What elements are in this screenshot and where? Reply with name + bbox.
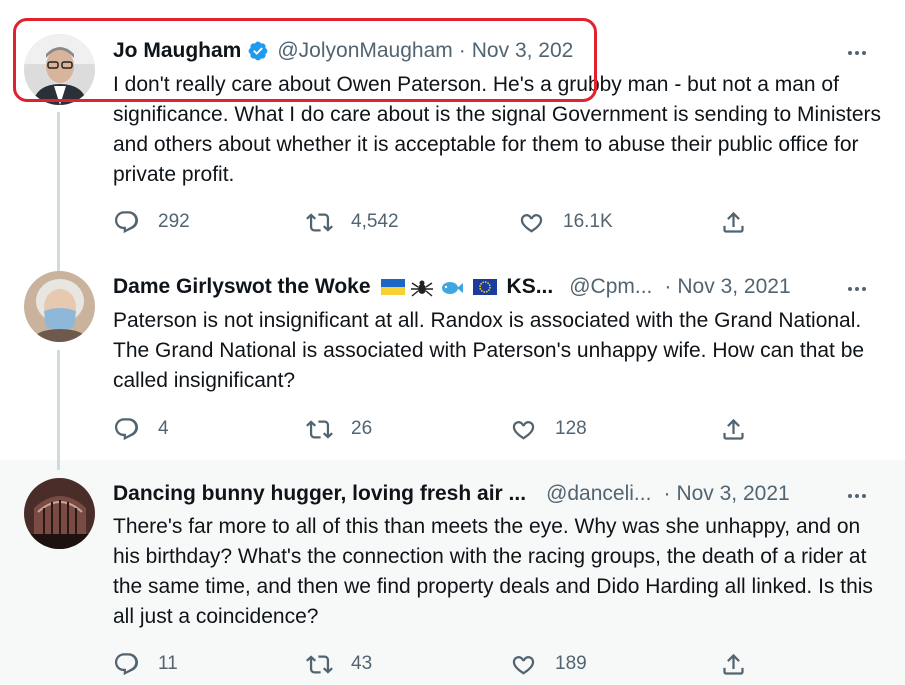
- share-button[interactable]: [720, 207, 747, 237]
- reply-count: 292: [158, 211, 190, 232]
- retweet-icon: [306, 212, 333, 232]
- tweet-actions: 11 43 189: [113, 649, 763, 679]
- tweet-date[interactable]: Nov 3, 2021: [677, 275, 790, 299]
- share-icon: [723, 418, 744, 440]
- author-name[interactable]: Dame Girlyswot the Woke: [113, 275, 371, 299]
- highlight-box: [13, 18, 597, 102]
- more-options-icon[interactable]: [845, 480, 869, 508]
- share-button[interactable]: [720, 649, 747, 679]
- heart-icon: [512, 420, 535, 440]
- retweet-button[interactable]: 26: [306, 414, 372, 444]
- author-handle[interactable]: @danceli...: [546, 482, 651, 506]
- tweet-date[interactable]: Nov 3, 2021: [676, 482, 789, 506]
- spider-icon: [410, 280, 433, 297]
- like-button[interactable]: 128: [510, 414, 587, 444]
- like-count: 128: [555, 418, 587, 439]
- like-count: 189: [555, 653, 587, 674]
- retweet-count: 26: [351, 418, 373, 439]
- retweet-icon: [306, 654, 333, 674]
- reply-button[interactable]: 11: [113, 649, 178, 679]
- retweet-count: 43: [351, 653, 373, 674]
- tweet[interactable]: Dame Girlyswot the Woke KS... @Cpm... · …: [0, 258, 905, 458]
- retweet-button[interactable]: 43: [306, 649, 372, 679]
- tweet-text: There's far more to all of this than mee…: [113, 515, 873, 628]
- author-name-suffix[interactable]: KS...: [507, 275, 554, 299]
- reply-button[interactable]: 4: [113, 414, 169, 444]
- author-handle[interactable]: @Cpm...: [569, 275, 652, 299]
- share-icon: [723, 653, 744, 675]
- reply-icon: [114, 417, 139, 440]
- separator-dot: ·: [663, 482, 671, 505]
- author-name[interactable]: Dancing bunny hugger, loving fresh air .…: [113, 482, 526, 506]
- tweet-actions: 292 4,542 16.1K: [113, 207, 763, 237]
- fish-icon: [441, 282, 463, 294]
- more-options-icon[interactable]: [845, 37, 869, 65]
- reply-button[interactable]: 292: [113, 207, 190, 237]
- heart-icon: [512, 655, 535, 675]
- reply-icon: [114, 210, 139, 233]
- flag-ukraine-icon: [380, 279, 405, 295]
- retweet-count: 4,542: [351, 211, 399, 232]
- avatar[interactable]: [24, 478, 95, 549]
- retweet-button[interactable]: 4,542: [306, 207, 399, 237]
- like-count: 16.1K: [563, 211, 613, 232]
- tweet[interactable]: Dancing bunny hugger, loving fresh air .…: [0, 460, 905, 685]
- reply-count: 11: [158, 653, 178, 674]
- share-icon: [723, 211, 744, 233]
- tweet-actions: 4 26 128: [113, 414, 763, 444]
- like-button[interactable]: 16.1K: [518, 207, 613, 237]
- flag-eu-icon: [472, 279, 497, 295]
- reply-icon: [114, 652, 139, 675]
- more-options-icon[interactable]: [845, 273, 869, 301]
- reply-count: 4: [158, 418, 169, 439]
- separator-dot: ·: [664, 275, 672, 298]
- share-button[interactable]: [720, 414, 747, 444]
- avatar[interactable]: [24, 271, 95, 342]
- like-button[interactable]: 189: [510, 649, 587, 679]
- heart-icon: [520, 213, 543, 233]
- retweet-icon: [306, 419, 333, 439]
- tweet-text: Paterson is not insignificant at all. Ra…: [113, 309, 865, 392]
- thread-line: [57, 460, 60, 470]
